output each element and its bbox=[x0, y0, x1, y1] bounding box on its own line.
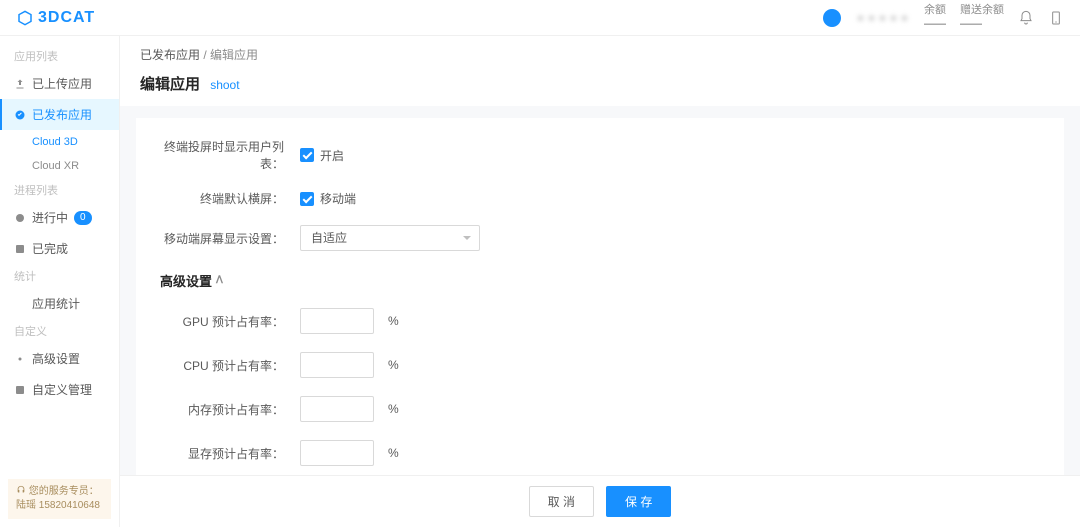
input-gpu[interactable] bbox=[300, 308, 374, 334]
check-circle-icon bbox=[14, 109, 26, 121]
done-icon bbox=[14, 243, 26, 255]
bonus-stat: 赠送余额 —— bbox=[960, 4, 1004, 30]
section-advanced[interactable]: 高级设置 ᐱ bbox=[160, 271, 1040, 290]
balance-value: —— bbox=[924, 18, 946, 31]
chevron-up-icon: ᐱ bbox=[216, 275, 223, 286]
row-vram: 显存预计占有率： % bbox=[160, 440, 1040, 466]
page-title: 编辑应用 shoot bbox=[120, 73, 1080, 106]
row-show-user-list: 终端投屏时显示用户列表： 开启 bbox=[160, 138, 1040, 172]
app-name: shoot bbox=[210, 78, 239, 92]
sidebar-sub-cloud3d[interactable]: Cloud 3D bbox=[0, 130, 119, 154]
page-title-text: 编辑应用 bbox=[140, 76, 200, 93]
breadcrumb-a[interactable]: 已发布应用 bbox=[140, 48, 200, 62]
cancel-button[interactable]: 取 消 bbox=[529, 486, 594, 517]
headset-icon bbox=[16, 485, 26, 495]
chart-icon bbox=[14, 298, 26, 310]
sidebar-item-advset[interactable]: 高级设置 bbox=[0, 343, 119, 374]
service-box: 您的服务专员： 陆瑶 15820410648 bbox=[8, 479, 111, 519]
breadcrumb-sep: / bbox=[203, 48, 206, 62]
manage-icon bbox=[14, 384, 26, 396]
bonus-value: —— bbox=[960, 18, 982, 31]
input-mem[interactable] bbox=[300, 396, 374, 422]
sidebar-item-custommgmt[interactable]: 自定义管理 bbox=[0, 374, 119, 405]
balance-label: 余额 bbox=[924, 4, 946, 17]
sidebar-item-uploaded[interactable]: 已上传应用 bbox=[0, 68, 119, 99]
sidebar-group-custom: 自定义 bbox=[0, 319, 119, 343]
row-cpu: CPU 预计占有率： % bbox=[160, 352, 1040, 378]
sidebar-group-proc: 进程列表 bbox=[0, 178, 119, 202]
row-gpu: GPU 预计占有率： % bbox=[160, 308, 1040, 334]
sidebar-item-label: 应用统计 bbox=[32, 295, 80, 312]
sidebar-item-running[interactable]: 进行中 0 bbox=[0, 202, 119, 233]
checkbox-label: 开启 bbox=[320, 147, 344, 164]
pct: % bbox=[388, 402, 399, 416]
logo[interactable]: 3DCAT bbox=[16, 9, 95, 27]
loading-icon bbox=[14, 212, 26, 224]
balance-stat: 余额 —— bbox=[924, 4, 946, 30]
logo-icon bbox=[16, 9, 34, 27]
pct: % bbox=[388, 358, 399, 372]
bell-icon[interactable] bbox=[1018, 10, 1034, 26]
label-show-user-list: 终端投屏时显示用户列表： bbox=[160, 138, 300, 172]
checkbox-show-user-list[interactable] bbox=[300, 148, 314, 162]
label-screen-display: 移动端屏幕显示设置： bbox=[160, 230, 300, 247]
bonus-label: 赠送余额 bbox=[960, 4, 1004, 17]
sidebar-item-label: 高级设置 bbox=[32, 350, 80, 367]
service-title: 您的服务专员： bbox=[29, 486, 99, 497]
running-badge: 0 bbox=[74, 211, 92, 225]
select-screen-display[interactable]: 自适应 bbox=[300, 225, 480, 251]
upload-icon bbox=[14, 78, 26, 90]
sidebar-item-label: 进行中 bbox=[32, 209, 68, 226]
sidebar-item-finished[interactable]: 已完成 bbox=[0, 233, 119, 264]
checkbox-default-landscape[interactable] bbox=[300, 192, 314, 206]
breadcrumb-b: 编辑应用 bbox=[210, 48, 258, 62]
label-cpu: CPU 预计占有率： bbox=[160, 357, 300, 374]
username: ＊＊＊＊＊ bbox=[855, 10, 910, 26]
input-vram[interactable] bbox=[300, 440, 374, 466]
sidebar-item-label: 已上传应用 bbox=[32, 75, 92, 92]
label-gpu: GPU 预计占有率： bbox=[160, 313, 300, 330]
main: 已发布应用 / 编辑应用 编辑应用 shoot 终端投屏时显示用户列表： 开启 … bbox=[120, 36, 1080, 527]
sidebar-item-label: 已发布应用 bbox=[32, 106, 92, 123]
row-default-landscape: 终端默认横屏： 移动端 bbox=[160, 190, 1040, 207]
pct: % bbox=[388, 446, 399, 460]
topbar-right: ＊＊＊＊＊ 余额 —— 赠送余额 —— bbox=[823, 4, 1064, 30]
content: 终端投屏时显示用户列表： 开启 终端默认横屏： 移动端 移动端屏幕显示设置： 自… bbox=[136, 118, 1064, 475]
sidebar-group-app: 应用列表 bbox=[0, 44, 119, 68]
shell: 应用列表 已上传应用 已发布应用 Cloud 3D Cloud XR 进程列表 … bbox=[0, 36, 1080, 527]
label-mem: 内存预计占有率： bbox=[160, 401, 300, 418]
section-advanced-text: 高级设置 bbox=[160, 271, 212, 290]
sidebar-sub-cloudxr[interactable]: Cloud XR bbox=[0, 154, 119, 178]
mobile-icon[interactable] bbox=[1048, 10, 1064, 26]
sidebar: 应用列表 已上传应用 已发布应用 Cloud 3D Cloud XR 进程列表 … bbox=[0, 36, 120, 527]
sidebar-item-appstat[interactable]: 应用统计 bbox=[0, 288, 119, 319]
checkbox-label: 移动端 bbox=[320, 190, 356, 207]
sidebar-item-label: 已完成 bbox=[32, 240, 68, 257]
topbar: 3DCAT ＊＊＊＊＊ 余额 —— 赠送余额 —— bbox=[0, 0, 1080, 36]
footer: 取 消 保 存 bbox=[120, 475, 1080, 527]
sidebar-item-label: 自定义管理 bbox=[32, 381, 92, 398]
sidebar-item-published[interactable]: 已发布应用 bbox=[0, 99, 119, 130]
pct: % bbox=[388, 314, 399, 328]
row-screen-display: 移动端屏幕显示设置： 自适应 bbox=[160, 225, 1040, 251]
label-vram: 显存预计占有率： bbox=[160, 445, 300, 462]
gear-icon bbox=[14, 353, 26, 365]
input-cpu[interactable] bbox=[300, 352, 374, 378]
save-button[interactable]: 保 存 bbox=[606, 486, 671, 517]
sidebar-group-stat: 统计 bbox=[0, 264, 119, 288]
avatar[interactable] bbox=[823, 9, 841, 27]
label-default-landscape: 终端默认横屏： bbox=[160, 190, 300, 207]
row-mem: 内存预计占有率： % bbox=[160, 396, 1040, 422]
brand-text: 3DCAT bbox=[38, 9, 95, 27]
breadcrumb: 已发布应用 / 编辑应用 bbox=[120, 36, 1080, 73]
service-contact: 陆瑶 15820410648 bbox=[16, 500, 100, 511]
